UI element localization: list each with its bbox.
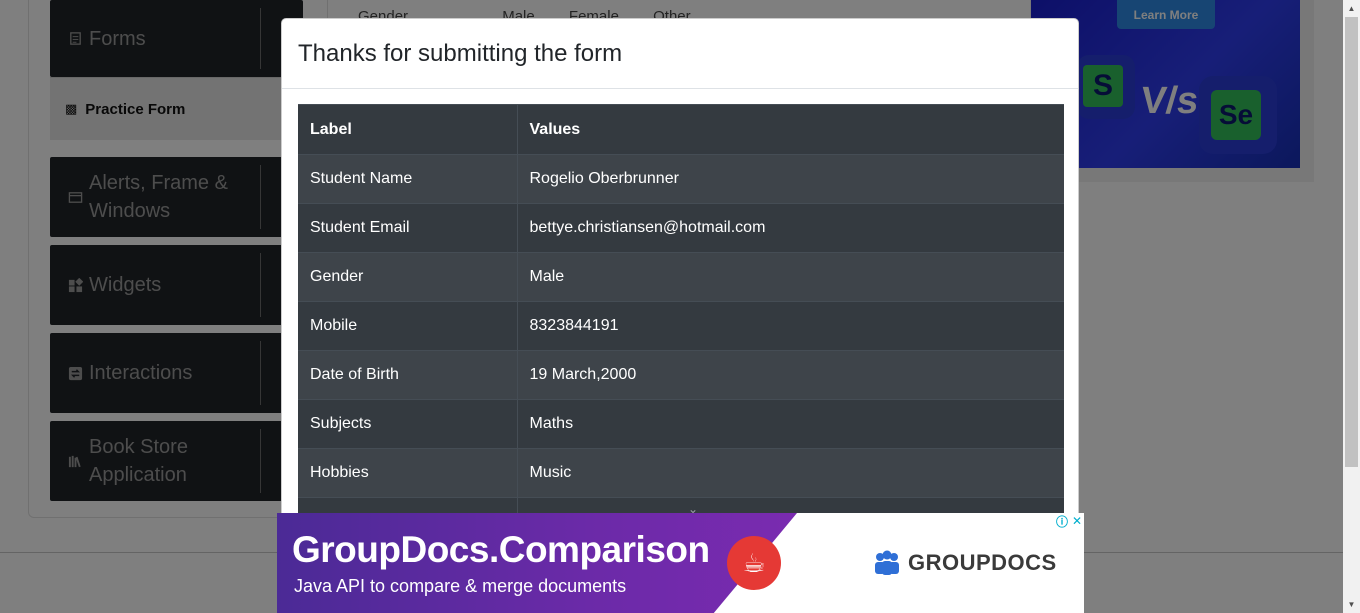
scroll-up-arrow-icon[interactable]: ▲ (1343, 0, 1360, 17)
ad-choices[interactable]: ⓘ ✕ (1054, 513, 1084, 529)
java-icon: ☕ (727, 536, 781, 590)
submission-table: Label Values Student Name Rogelio Oberbr… (298, 104, 1064, 547)
table-row: Mobile 8323844191 (298, 301, 1064, 351)
row-label: Date of Birth (298, 350, 518, 400)
groupdocs-brand: GROUPDOCS (908, 550, 1057, 575)
row-value: 8323844191 (517, 301, 1064, 351)
row-value: 19 March,2000 (517, 350, 1064, 400)
scroll-down-arrow-icon[interactable]: ▼ (1343, 596, 1360, 613)
table-row: Hobbies Music (298, 448, 1064, 498)
column-header-label: Label (298, 104, 518, 155)
row-label: Student Name (298, 154, 518, 204)
ad-banner-bottom[interactable]: GroupDocs.Comparison Java API to compare… (277, 513, 1084, 613)
modal-header: Thanks for submitting the form (282, 19, 1078, 89)
row-label: Hobbies (298, 448, 518, 498)
row-value: Rogelio Oberbrunner (517, 154, 1064, 204)
page-scrollbar[interactable]: ▲ ▼ (1343, 0, 1360, 613)
table-row: Student Email bettye.christiansen@hotmai… (298, 203, 1064, 253)
ad-headline: GroupDocs.Comparison (292, 529, 710, 570)
ad-subline: Java API to compare & merge documents (294, 576, 627, 596)
row-value: Music (517, 448, 1064, 498)
close-icon[interactable]: ✕ (1072, 514, 1082, 528)
table-row: Student Name Rogelio Oberbrunner (298, 154, 1064, 204)
table-header-row: Label Values (298, 104, 1064, 155)
row-label: Gender (298, 252, 518, 302)
row-label: Subjects (298, 399, 518, 449)
table-row: Gender Male (298, 252, 1064, 302)
column-header-values: Values (517, 104, 1064, 155)
table-row: Subjects Maths (298, 399, 1064, 449)
table-row: Date of Birth 19 March,2000 (298, 350, 1064, 400)
row-value: Maths (517, 399, 1064, 449)
modal-title: Thanks for submitting the form (298, 39, 623, 67)
groupdocs-logo: GROUPDOCS (872, 550, 1057, 576)
info-icon[interactable]: ⓘ (1056, 513, 1068, 530)
row-label: Mobile (298, 301, 518, 351)
modal-body: Label Values Student Name Rogelio Oberbr… (298, 104, 1064, 547)
row-label: Student Email (298, 203, 518, 253)
groupdocs-mark-icon (875, 550, 899, 575)
row-value: Male (517, 252, 1064, 302)
row-value: bettye.christiansen@hotmail.com (517, 203, 1064, 253)
scroll-thumb[interactable] (1345, 17, 1358, 467)
